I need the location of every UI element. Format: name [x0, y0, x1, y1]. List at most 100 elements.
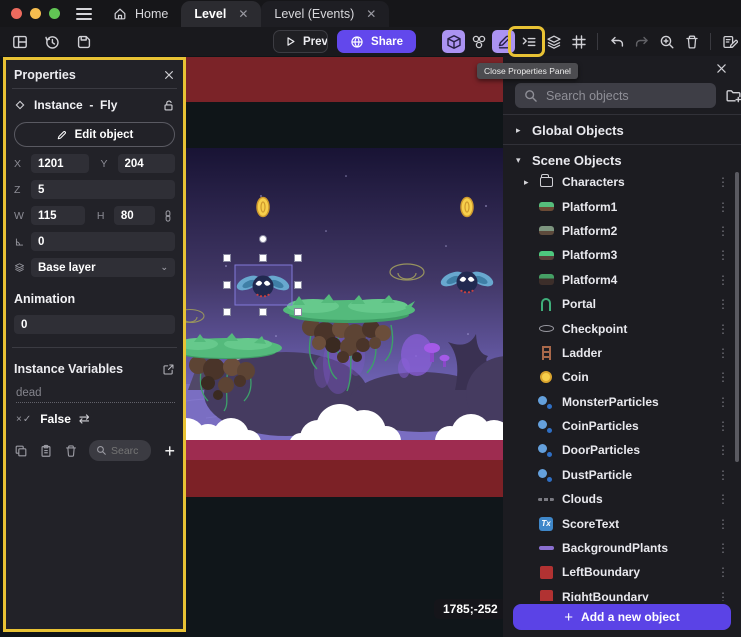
item-menu-icon[interactable]: ⋮ — [717, 590, 729, 601]
x-input[interactable] — [31, 154, 89, 173]
item-menu-icon[interactable]: ⋮ — [717, 346, 729, 360]
object-list-item[interactable]: ▸ DustParticle ⋮ — [503, 463, 741, 487]
object-list-item[interactable]: ▸ Checkpoint ⋮ — [503, 316, 741, 340]
item-menu-icon[interactable]: ⋮ — [717, 443, 729, 457]
item-menu-icon[interactable]: ⋮ — [717, 200, 729, 214]
animation-input[interactable] — [14, 315, 175, 334]
share-button[interactable]: Share — [337, 30, 416, 53]
object-label: Platform3 — [562, 248, 717, 262]
width-input[interactable] — [31, 206, 85, 225]
add-folder-icon[interactable] — [725, 87, 741, 104]
object-list-item[interactable]: ▸ Platform1 ⋮ — [503, 194, 741, 218]
unlock-icon[interactable] — [162, 99, 175, 112]
item-menu-icon[interactable]: ⋮ — [717, 370, 729, 384]
undo-icon[interactable] — [605, 30, 628, 53]
layer-select[interactable]: Base layer ⌄ — [31, 258, 175, 277]
object-list-item[interactable]: ▸ Characters ⋮ — [503, 170, 741, 194]
toggle-value-icon[interactable]: ⇄ — [79, 411, 90, 427]
object-list-item[interactable]: ▸ DoorParticles ⋮ — [503, 438, 741, 462]
item-menu-icon[interactable]: ⋮ — [717, 248, 729, 262]
paste-icon[interactable] — [39, 444, 53, 458]
object-list-item[interactable]: ▸ RightBoundary ⋮ — [503, 585, 741, 601]
variables-search[interactable] — [89, 440, 151, 461]
preview-button[interactable]: Preview — [273, 30, 328, 53]
item-menu-icon[interactable]: ⋮ — [717, 175, 729, 189]
close-objects-icon[interactable] — [715, 62, 728, 75]
object-label: DoorParticles — [562, 443, 717, 457]
objects-search[interactable] — [515, 83, 716, 108]
z-input[interactable] — [31, 180, 175, 199]
object-list-item[interactable]: ▸ Portal ⋮ — [503, 292, 741, 316]
portal-icon — [537, 296, 555, 313]
y-input[interactable] — [118, 154, 176, 173]
close-tab-icon[interactable]: ✕ — [238, 8, 248, 20]
panels-layout-icon[interactable] — [8, 30, 31, 53]
object-list-item[interactable]: ▸ Platform3 ⋮ — [503, 243, 741, 267]
history-icon[interactable] — [40, 30, 63, 53]
scene-canvas[interactable] — [186, 56, 503, 637]
close-window-button[interactable] — [11, 8, 22, 19]
variable-name[interactable]: dead — [16, 387, 175, 403]
object-label: Clouds — [562, 492, 717, 506]
add-variable-button[interactable]: + — [164, 442, 175, 460]
maximize-window-button[interactable] — [49, 8, 60, 19]
tab-level-events[interactable]: Level (Events) ✕ — [261, 1, 389, 27]
height-input[interactable] — [114, 206, 155, 225]
object-list-item[interactable]: ▸ Platform2 ⋮ — [503, 219, 741, 243]
grid-icon[interactable] — [567, 30, 590, 53]
zoom-in-icon[interactable] — [655, 30, 678, 53]
edit-object-button[interactable]: Edit object — [14, 122, 175, 147]
object-list-item[interactable]: ▸ BackgroundPlants ⋮ — [503, 536, 741, 560]
object-list-item[interactable]: ▸ MonsterParticles ⋮ — [503, 390, 741, 414]
item-menu-icon[interactable]: ⋮ — [717, 297, 729, 311]
object-label: CoinParticles — [562, 419, 717, 433]
instances-list-icon[interactable] — [517, 30, 540, 53]
group-scene-objects[interactable]: ▾ Scene Objects — [503, 148, 741, 172]
minimize-window-button[interactable] — [30, 8, 41, 19]
tab-home[interactable]: Home — [100, 1, 181, 27]
close-properties-icon[interactable] — [163, 69, 175, 81]
objects-search-input[interactable] — [546, 89, 707, 103]
platform1-icon — [537, 198, 555, 215]
save-icon[interactable] — [72, 30, 95, 53]
item-menu-icon[interactable]: ⋮ — [717, 395, 729, 409]
object-list-item[interactable]: ▸ Platform4 ⋮ — [503, 268, 741, 292]
item-menu-icon[interactable]: ⋮ — [717, 517, 729, 531]
plants-icon — [537, 540, 555, 557]
tab-level[interactable]: Level ✕ — [181, 1, 261, 27]
item-menu-icon[interactable]: ⋮ — [717, 273, 729, 287]
item-menu-icon[interactable]: ⋮ — [717, 224, 729, 238]
object-list-item[interactable]: ▸ CoinParticles ⋮ — [503, 414, 741, 438]
open-variables-icon[interactable] — [162, 363, 175, 376]
item-menu-icon[interactable]: ⋮ — [717, 492, 729, 506]
item-menu-icon[interactable]: ⋮ — [717, 419, 729, 433]
objects-scrollbar[interactable] — [735, 172, 739, 462]
group-global-objects[interactable]: ▸ Global Objects — [503, 118, 741, 142]
delete-icon[interactable] — [680, 30, 703, 53]
edit-scene-icon[interactable] — [718, 30, 741, 53]
close-tab-icon[interactable]: ✕ — [366, 8, 376, 20]
object-list-item[interactable]: ▸ Ladder ⋮ — [503, 341, 741, 365]
properties-panel-icon[interactable] — [492, 30, 515, 53]
menu-icon[interactable] — [76, 8, 92, 20]
item-menu-icon[interactable]: ⋮ — [717, 468, 729, 482]
item-menu-icon[interactable]: ⋮ — [717, 541, 729, 555]
item-menu-icon[interactable]: ⋮ — [717, 565, 729, 579]
add-new-object-button[interactable]: + Add a new object — [513, 604, 731, 630]
object-list-item[interactable]: ▸ LeftBoundary ⋮ — [503, 560, 741, 584]
objects-panel-icon[interactable] — [442, 30, 465, 53]
item-menu-icon[interactable]: ⋮ — [717, 322, 729, 336]
redo-icon[interactable] — [630, 30, 653, 53]
layers-icon[interactable] — [542, 30, 565, 53]
variables-search-input[interactable] — [111, 445, 139, 457]
lock-ratio-icon[interactable] — [161, 209, 175, 223]
object-list-item[interactable]: ▸ Clouds ⋮ — [503, 487, 741, 511]
angle-input[interactable] — [31, 232, 175, 251]
variable-value[interactable]: False — [40, 412, 71, 426]
delete-variable-icon[interactable] — [64, 444, 78, 458]
boundary-icon — [537, 588, 555, 601]
copy-icon[interactable] — [14, 444, 28, 458]
object-groups-icon[interactable] — [467, 30, 490, 53]
object-list-item[interactable]: ▸ Coin ⋮ — [503, 365, 741, 389]
object-list-item[interactable]: ▸ ScoreText ⋮ — [503, 511, 741, 535]
